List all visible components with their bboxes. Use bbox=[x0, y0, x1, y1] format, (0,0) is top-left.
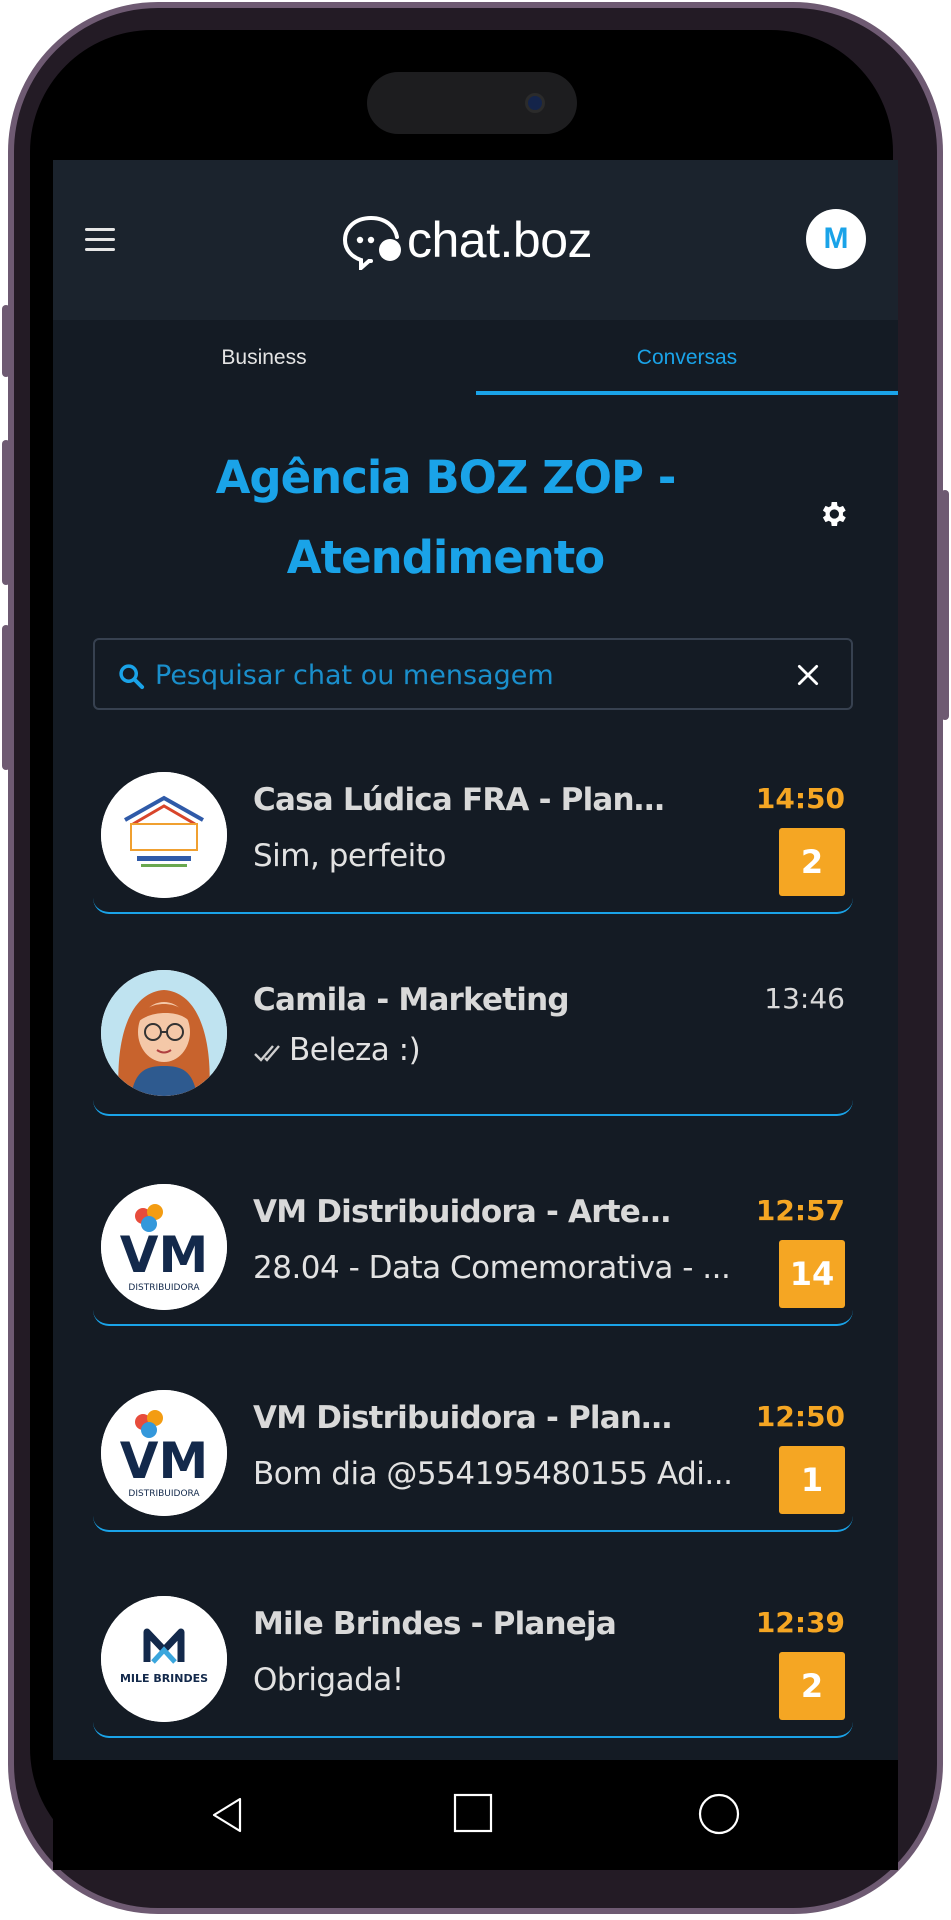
chat-name: VM Distribuidora - Planeja bbox=[253, 1400, 673, 1436]
side-button bbox=[2, 625, 10, 770]
system-navigation-bar bbox=[53, 1760, 898, 1870]
chat-time: 12:57 bbox=[755, 1194, 845, 1227]
vm-distribuidora-avatar: VM DISTRIBUIDORA bbox=[101, 1390, 227, 1516]
recents-icon[interactable] bbox=[698, 1793, 740, 1835]
top-app-bar: chat.boz M bbox=[53, 160, 898, 320]
vm-distribuidora-logo-icon: VM DISTRIBUIDORA bbox=[101, 1184, 227, 1310]
chat-last-message: Sim, perfeito bbox=[253, 838, 446, 874]
unread-badge: 2 bbox=[779, 828, 845, 896]
settings-gear-icon[interactable] bbox=[817, 498, 849, 530]
vm-logo-text: VM bbox=[120, 1432, 208, 1490]
back-icon[interactable] bbox=[208, 1795, 248, 1835]
logo-text: chat.boz bbox=[407, 212, 593, 268]
chat-last-message: Obrigada! bbox=[253, 1662, 404, 1698]
app-logo: chat.boz bbox=[341, 210, 593, 270]
unread-badge: 2 bbox=[779, 1652, 845, 1720]
chat-time: 12:39 bbox=[755, 1606, 845, 1639]
search-icon bbox=[119, 664, 145, 690]
side-button bbox=[2, 305, 10, 377]
chat-last-message: Beleza :) bbox=[253, 1032, 768, 1068]
camera-notch bbox=[367, 72, 577, 134]
camila-avatar bbox=[101, 970, 227, 1096]
unread-badge: 14 bbox=[779, 1240, 845, 1308]
casa-ludica-avatar bbox=[101, 772, 227, 898]
casa-ludica-logo-icon bbox=[101, 772, 227, 898]
menu-icon[interactable] bbox=[85, 228, 115, 252]
chat-list-item[interactable]: VM DISTRIBUIDORA VM Distribuidora - Plan… bbox=[93, 1378, 853, 1532]
camera-icon bbox=[525, 93, 545, 113]
chat-list-item[interactable]: VM DISTRIBUIDORA VM Distribuidora - Arte… bbox=[93, 1172, 853, 1326]
active-tab-indicator bbox=[476, 391, 898, 395]
close-icon[interactable] bbox=[795, 662, 821, 688]
double-check-icon bbox=[254, 1044, 280, 1062]
mile-brindes-avatar: MILE BRINDES bbox=[101, 1596, 227, 1722]
chat-time: 14:50 bbox=[755, 782, 845, 815]
chat-last-message: Bom dia @554195480155 Adi... bbox=[253, 1456, 733, 1492]
home-icon[interactable] bbox=[453, 1793, 493, 1833]
unread-badge: 1 bbox=[779, 1446, 845, 1514]
search-input[interactable] bbox=[153, 652, 777, 698]
chat-list-item[interactable]: MILE BRINDES Mile Brindes - Planeja Obri… bbox=[93, 1584, 853, 1738]
power-button bbox=[941, 490, 949, 720]
app-screen: chat.boz M Business Conversas Agência BO… bbox=[53, 160, 898, 1760]
side-button bbox=[2, 440, 10, 585]
vm-logo-text: VM bbox=[120, 1226, 208, 1284]
chat-name: Mile Brindes - Planeja bbox=[253, 1606, 617, 1642]
chat-last-message-text: Beleza :) bbox=[289, 1032, 421, 1068]
search-box bbox=[93, 638, 853, 710]
chat-time: 13:46 bbox=[764, 982, 845, 1015]
chat-last-message: 28.04 - Data Comemorativa - ... bbox=[253, 1250, 731, 1286]
page-title: Agência BOZ ZOP - Atendimento bbox=[215, 451, 677, 584]
vm-distribuidora-avatar: VM DISTRIBUIDORA bbox=[101, 1184, 227, 1310]
tab-conversas[interactable]: Conversas bbox=[476, 320, 898, 396]
mile-brindes-logo-icon: MILE BRINDES bbox=[101, 1596, 227, 1722]
chat-name: Casa Lúdica FRA - Planeja bbox=[253, 782, 673, 818]
chat-name: VM Distribuidora - Arte/... bbox=[253, 1194, 673, 1230]
vm-logo-caption: DISTRIBUIDORA bbox=[128, 1489, 200, 1499]
tab-bar: Business Conversas bbox=[53, 320, 898, 396]
chat-list-item[interactable]: Camila - Marketing Beleza :) 13:46 bbox=[93, 966, 853, 1116]
chat-bubble-logo-icon bbox=[342, 216, 401, 270]
user-avatar[interactable]: M bbox=[806, 209, 866, 269]
camila-photo-icon bbox=[101, 970, 227, 1096]
vm-distribuidora-logo-icon: VM DISTRIBUIDORA bbox=[101, 1390, 227, 1516]
mile-brindes-logo-text: MILE BRINDES bbox=[120, 1672, 208, 1685]
chat-list-item[interactable]: Casa Lúdica FRA - Planeja Sim, perfeito … bbox=[93, 760, 853, 914]
tab-business[interactable]: Business bbox=[53, 320, 475, 396]
chat-time: 12:50 bbox=[755, 1400, 845, 1433]
chat-name: Camila - Marketing bbox=[253, 982, 570, 1018]
vm-logo-caption: DISTRIBUIDORA bbox=[128, 1283, 200, 1293]
